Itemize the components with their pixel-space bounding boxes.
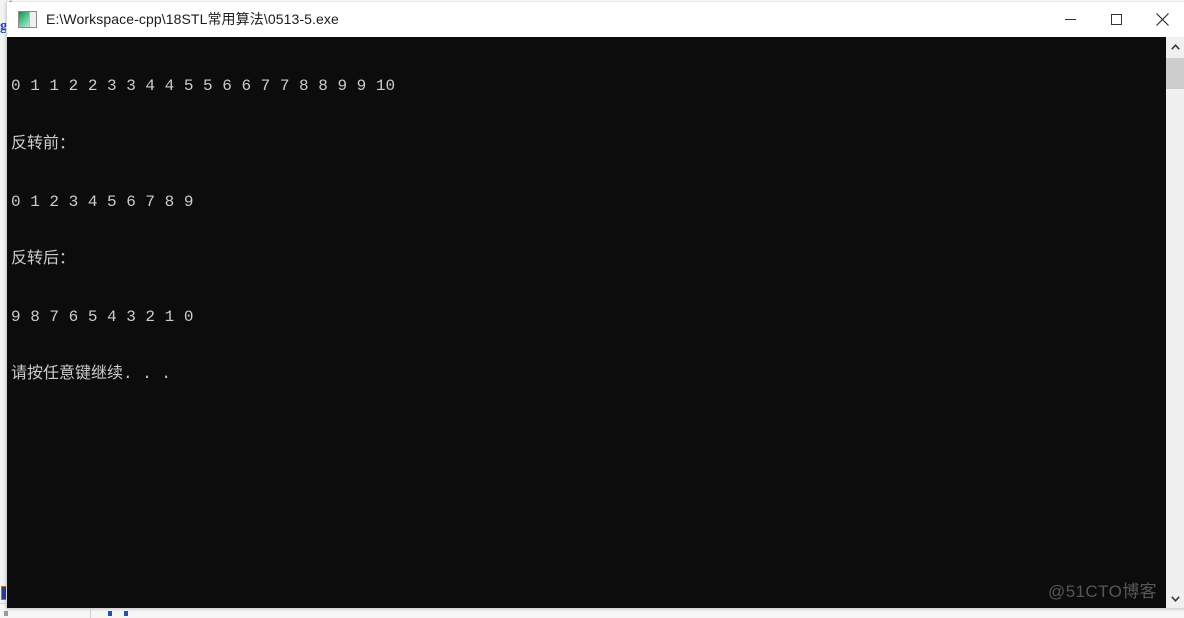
vertical-scrollbar[interactable] xyxy=(1165,37,1184,608)
chevron-up-icon xyxy=(1171,43,1180,50)
close-icon xyxy=(1155,12,1169,26)
console-line: 反转前： xyxy=(11,135,76,153)
console-window: E:\Workspace-cpp\18STL常用算法\0513-5.exe 0 … xyxy=(6,2,1184,609)
console-line: 反转后： xyxy=(11,250,76,269)
console-client-area[interactable]: 0 1 1 2 2 3 3 4 4 5 5 6 6 7 7 8 8 9 9 10… xyxy=(7,37,1184,608)
scrollbar-up-button[interactable] xyxy=(1166,37,1184,56)
minimize-icon xyxy=(1064,18,1076,20)
window-title: E:\Workspace-cpp\18STL常用算法\0513-5.exe xyxy=(46,11,339,27)
console-line: 请按任意键继续. . . xyxy=(11,365,172,384)
console-app-icon xyxy=(18,10,37,28)
minimize-button[interactable] xyxy=(1047,2,1093,36)
window-controls xyxy=(1047,2,1184,36)
ide-status-tick xyxy=(108,611,112,616)
console-line: 0 1 1 2 2 3 3 4 4 5 5 6 6 7 7 8 8 9 9 10 xyxy=(11,77,396,96)
console-line: 0 1 2 3 4 5 6 7 8 9 xyxy=(11,192,194,211)
ide-status-tick xyxy=(124,611,128,616)
maximize-button[interactable] xyxy=(1093,2,1139,36)
scrollbar-track[interactable] xyxy=(1166,56,1184,589)
window-title-bar[interactable]: E:\Workspace-cpp\18STL常用算法\0513-5.exe xyxy=(7,2,1184,37)
console-line: 9 8 7 6 5 4 3 2 1 0 xyxy=(11,307,194,326)
close-button[interactable] xyxy=(1139,2,1184,36)
ide-status-tick xyxy=(4,611,8,616)
scrollbar-down-button[interactable] xyxy=(1166,589,1184,608)
chevron-down-icon xyxy=(1171,595,1180,602)
maximize-icon xyxy=(1110,13,1122,25)
scrollbar-thumb[interactable] xyxy=(1166,58,1184,89)
console-output-text: 0 1 1 2 2 3 3 4 4 5 5 6 6 7 7 8 8 9 9 10… xyxy=(7,37,1165,608)
